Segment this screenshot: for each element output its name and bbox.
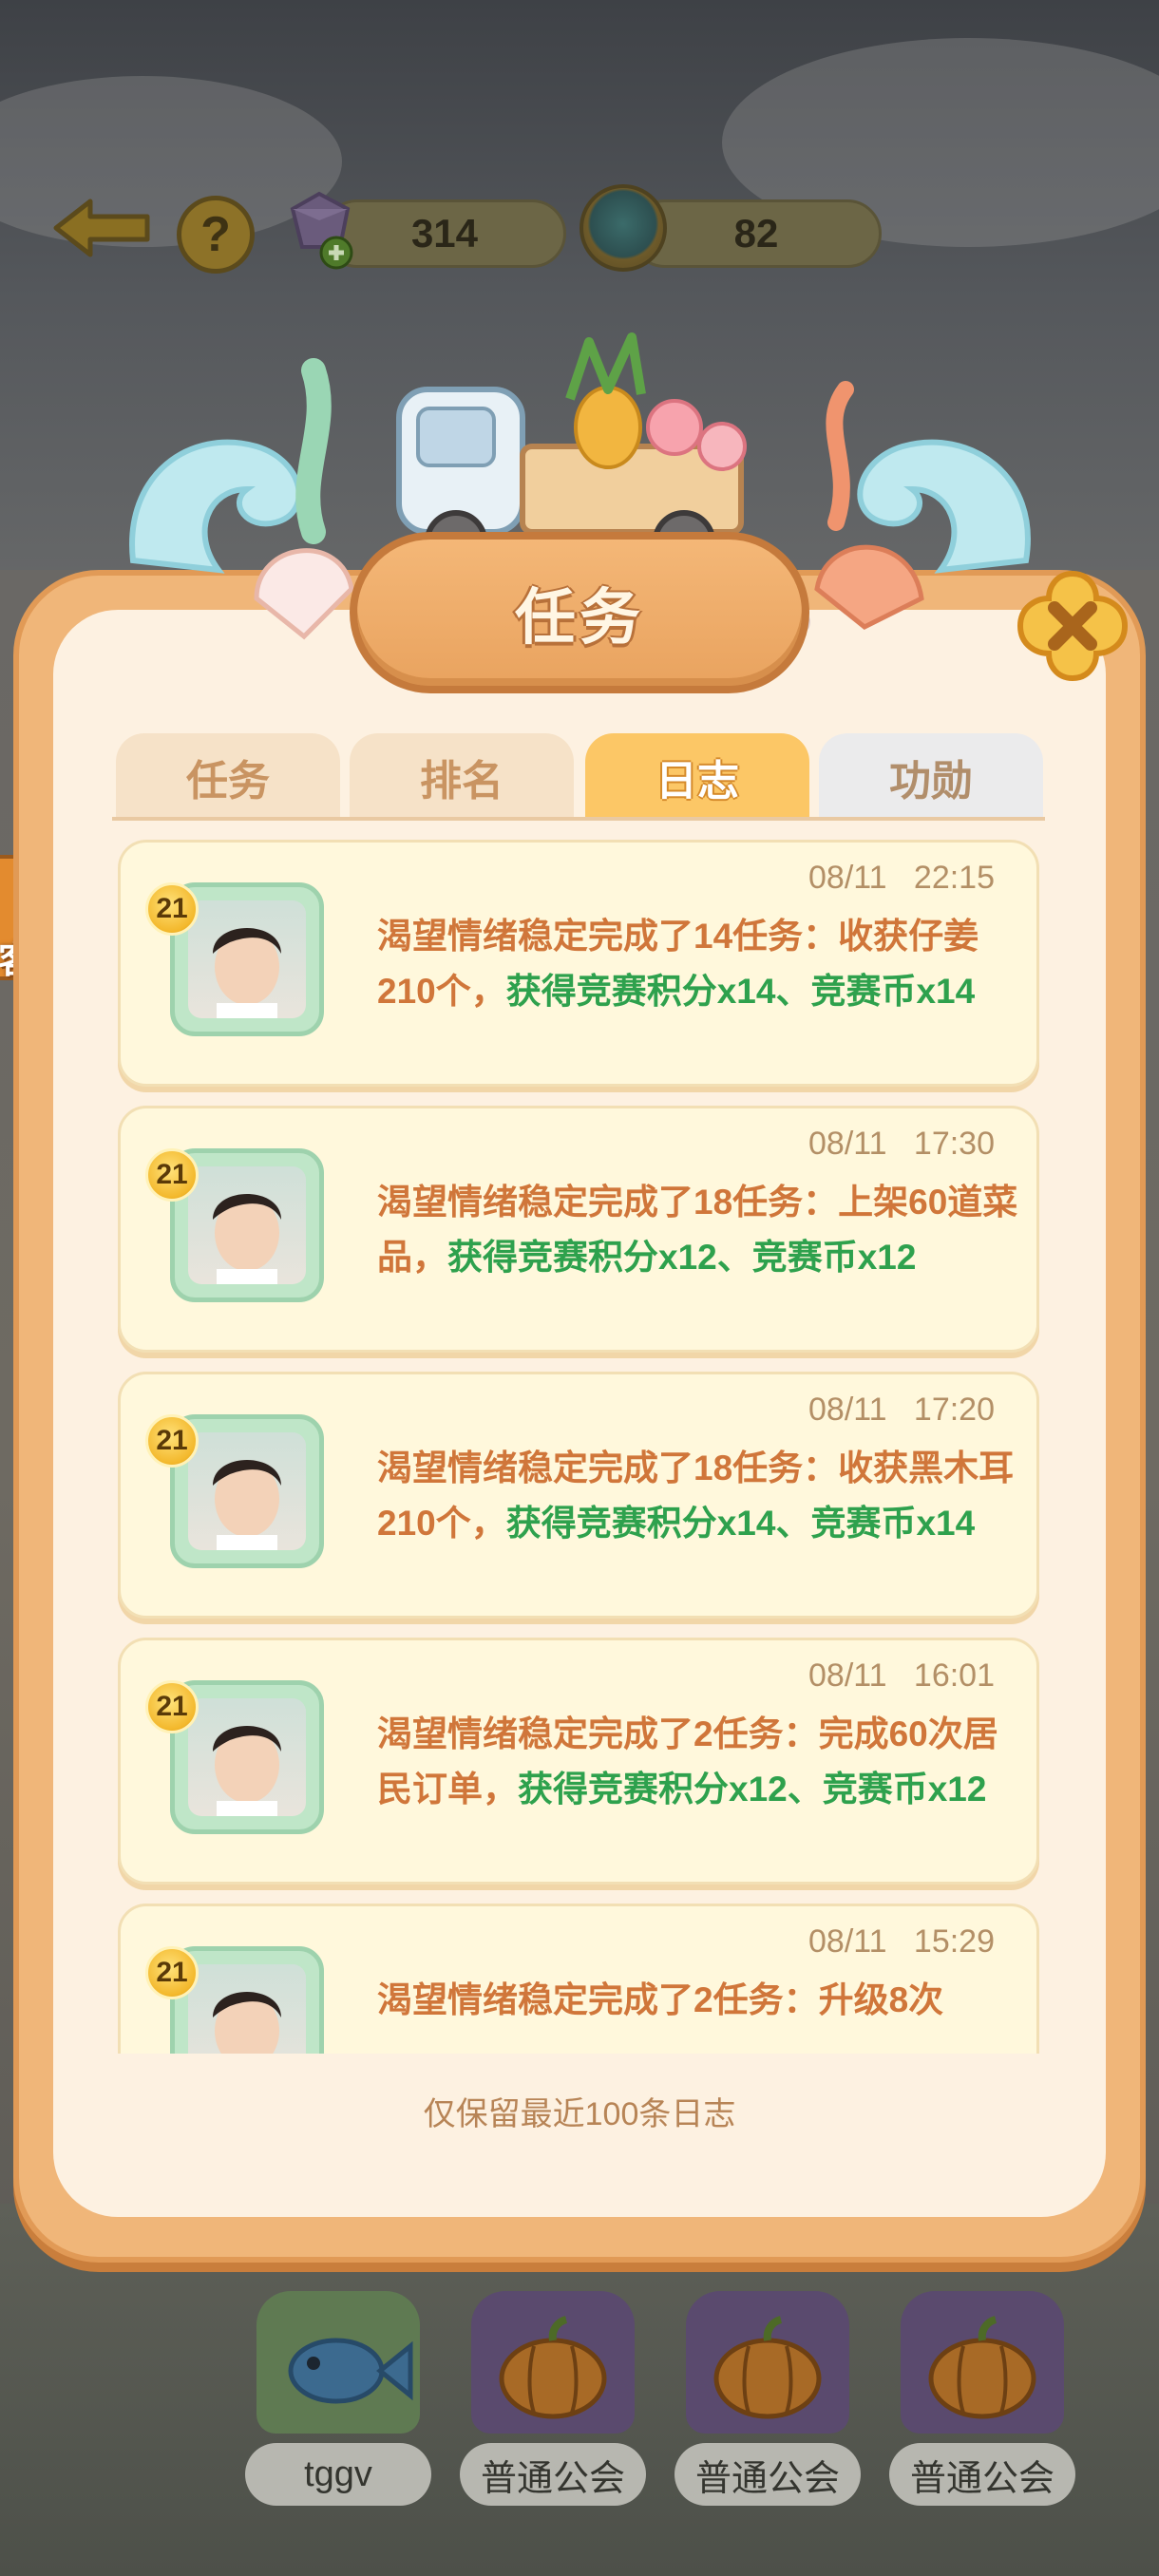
gem-icon bbox=[290, 191, 353, 270]
guild-card[interactable]: 普通公会 bbox=[460, 2291, 646, 2506]
gem-count: 314 bbox=[410, 211, 479, 256]
tab-merit[interactable]: 功勋 bbox=[819, 733, 1043, 821]
coin-count: 82 bbox=[733, 211, 779, 256]
guild-name: tggv bbox=[245, 2443, 431, 2506]
avatar-portrait bbox=[188, 1964, 306, 2054]
back-arrow-icon[interactable] bbox=[52, 198, 153, 258]
guild-emblem-frame bbox=[901, 2291, 1064, 2434]
log-list[interactable]: 08/11 22:15 21 渴望情绪稳定完成了14任务：收获仔姜210个，获得… bbox=[114, 834, 1043, 2054]
dialog-tabs: 任务 排名 日志 功勋 bbox=[112, 733, 1045, 821]
tab-ranking[interactable]: 排名 bbox=[350, 733, 574, 821]
guild-name: 普通公会 bbox=[460, 2443, 646, 2506]
pumpkin-icon bbox=[713, 2316, 822, 2419]
guild-emblem-frame bbox=[471, 2291, 635, 2434]
log-entry: 08/11 15:29 21 渴望情绪稳定完成了2任务：升级8次 bbox=[118, 1904, 1039, 2054]
close-icon[interactable] bbox=[1013, 566, 1132, 686]
log-player: 渴望情绪稳定 bbox=[377, 1714, 588, 1753]
log-message: 渴望情绪稳定完成了14任务：收获仔姜210个，获得竞赛积分x14、竞赛币x14 bbox=[377, 909, 1023, 1019]
log-reward: 获得竞赛积分x12、竞赛币x12 bbox=[447, 1238, 917, 1277]
tab-merit-label: 功勋 bbox=[889, 758, 973, 805]
guild-card[interactable]: 普通公会 bbox=[674, 2291, 861, 2506]
log-time: 08/11 17:20 bbox=[808, 1392, 995, 1428]
log-entry: 08/11 16:01 21 渴望情绪稳定完成了2任务：完成60次居民订单，获得… bbox=[118, 1638, 1039, 1885]
avatar-portrait bbox=[188, 900, 306, 1018]
level-badge: 21 bbox=[145, 1148, 199, 1202]
guild-emblem-frame bbox=[686, 2291, 849, 2434]
log-action: 完成了2任务：升级8次 bbox=[588, 1980, 944, 2019]
log-message: 渴望情绪稳定完成了18任务：上架60道菜品，获得竞赛积分x12、竞赛币x12 bbox=[377, 1175, 1023, 1285]
avatar-face-icon bbox=[213, 928, 281, 1018]
avatar-face-icon bbox=[213, 1726, 281, 1816]
help-button[interactable]: ? bbox=[177, 196, 255, 274]
avatar-face-icon bbox=[213, 1460, 281, 1550]
log-player: 渴望情绪稳定 bbox=[377, 917, 588, 956]
log-player: 渴望情绪稳定 bbox=[377, 1183, 588, 1222]
help-label: ? bbox=[200, 207, 231, 262]
level-badge: 21 bbox=[145, 1680, 199, 1733]
pumpkin-icon bbox=[928, 2316, 1036, 2419]
guild-card[interactable]: 普通公会 bbox=[889, 2291, 1075, 2506]
log-reward: 获得竞赛积分x12、竞赛币x12 bbox=[518, 1770, 987, 1809]
log-message: 渴望情绪稳定完成了18任务：收获黑木耳210个，获得竞赛积分x14、竞赛币x14 bbox=[377, 1441, 1023, 1551]
log-time: 08/11 22:15 bbox=[808, 860, 995, 896]
avatar-face-icon bbox=[213, 1992, 281, 2054]
tab-log[interactable]: 日志 bbox=[585, 733, 809, 821]
log-player: 渴望情绪稳定 bbox=[377, 1449, 588, 1487]
guild-emblem-frame bbox=[256, 2291, 420, 2434]
level-badge: 21 bbox=[145, 1414, 199, 1468]
tab-ranking-label: 排名 bbox=[420, 758, 504, 805]
avatar-portrait bbox=[188, 1698, 306, 1816]
resource-bar: ? 314 82 bbox=[0, 180, 1159, 275]
avatar-portrait bbox=[188, 1432, 306, 1550]
tab-tasks-label: 任务 bbox=[186, 758, 270, 805]
log-entry: 08/11 17:20 21 渴望情绪稳定完成了18任务：收获黑木耳210个，获… bbox=[118, 1372, 1039, 1619]
avatar-portrait bbox=[188, 1166, 306, 1284]
log-message: 渴望情绪稳定完成了2任务：完成60次居民订单，获得竞赛积分x12、竞赛币x12 bbox=[377, 1707, 1023, 1817]
fish-icon bbox=[288, 2338, 413, 2404]
guild-card[interactable]: tggv bbox=[245, 2291, 431, 2506]
tab-log-label: 日志 bbox=[656, 758, 739, 805]
pumpkin-icon bbox=[499, 2316, 607, 2419]
dialog-title: 任务 bbox=[515, 583, 644, 652]
coin-counter[interactable]: 82 bbox=[631, 199, 882, 268]
log-message: 渴望情绪稳定完成了2任务：升级8次 bbox=[377, 1973, 1023, 2028]
log-retention-note: 仅保留最近100条日志 bbox=[423, 2096, 736, 2132]
tabs-divider bbox=[112, 817, 1045, 821]
log-time: 08/11 16:01 bbox=[808, 1657, 995, 1694]
log-reward: 获得竞赛积分x14、竞赛币x14 bbox=[505, 972, 976, 1011]
avatar-face-icon bbox=[213, 1194, 281, 1284]
dialog-title-plaque: 任务 bbox=[350, 532, 809, 693]
level-badge: 21 bbox=[145, 882, 199, 936]
log-player: 渴望情绪稳定 bbox=[377, 1980, 588, 2019]
guild-name: 普通公会 bbox=[889, 2443, 1075, 2506]
log-entry: 08/11 22:15 21 渴望情绪稳定完成了14任务：收获仔姜210个，获得… bbox=[118, 840, 1039, 1087]
log-time: 08/11 17:30 bbox=[808, 1126, 995, 1162]
tab-tasks[interactable]: 任务 bbox=[116, 733, 340, 821]
log-reward: 获得竞赛积分x14、竞赛币x14 bbox=[505, 1504, 976, 1543]
contest-coin-icon bbox=[580, 184, 667, 272]
level-badge: 21 bbox=[145, 1946, 199, 1999]
log-entry: 08/11 17:30 21 渴望情绪稳定完成了18任务：上架60道菜品，获得竞… bbox=[118, 1106, 1039, 1353]
guild-name: 普通公会 bbox=[674, 2443, 861, 2506]
log-time: 08/11 15:29 bbox=[808, 1923, 995, 1960]
